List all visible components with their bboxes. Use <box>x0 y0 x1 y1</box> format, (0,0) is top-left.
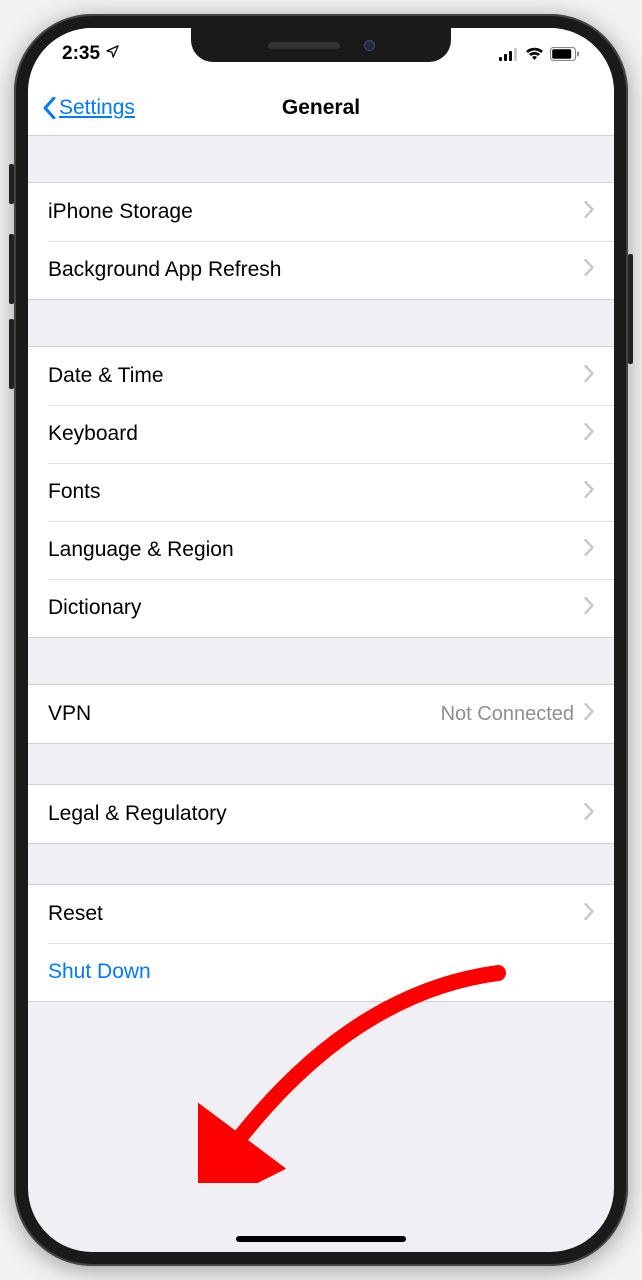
chevron-right-icon <box>584 364 594 388</box>
volume-up-button <box>9 234 14 304</box>
back-button[interactable]: Settings <box>42 96 135 120</box>
device-frame: 2:35 Settings <box>14 14 628 1266</box>
row-legal-regulatory[interactable]: Legal & Regulatory <box>28 785 614 843</box>
row-detail: Not Connected <box>441 703 574 726</box>
row-label: Shut Down <box>48 960 594 984</box>
status-time-group: 2:35 <box>62 43 120 65</box>
row-label: Date & Time <box>48 364 584 388</box>
row-iphone-storage[interactable]: iPhone Storage <box>28 183 614 241</box>
row-reset[interactable]: Reset <box>28 885 614 943</box>
row-dictionary[interactable]: Dictionary <box>28 579 614 637</box>
page-title: General <box>282 96 360 120</box>
row-label: Fonts <box>48 480 584 504</box>
row-label: VPN <box>48 702 441 726</box>
chevron-right-icon <box>584 200 594 224</box>
group-input: Date & Time Keyboard Fonts Language & Re… <box>28 346 614 638</box>
row-label: Dictionary <box>48 596 584 620</box>
row-label: Language & Region <box>48 538 584 562</box>
screen: 2:35 Settings <box>28 28 614 1252</box>
back-label: Settings <box>59 96 135 120</box>
group-vpn: VPN Not Connected <box>28 684 614 744</box>
chevron-right-icon <box>584 902 594 926</box>
power-button <box>628 254 633 364</box>
notch <box>191 28 451 62</box>
chevron-right-icon <box>584 422 594 446</box>
row-date-time[interactable]: Date & Time <box>28 347 614 405</box>
row-label: Background App Refresh <box>48 258 584 282</box>
chevron-right-icon <box>584 480 594 504</box>
row-fonts[interactable]: Fonts <box>28 463 614 521</box>
volume-down-button <box>9 319 14 389</box>
row-shut-down[interactable]: Shut Down <box>28 943 614 1001</box>
nav-bar: Settings General <box>28 80 614 136</box>
row-background-app-refresh[interactable]: Background App Refresh <box>28 241 614 299</box>
status-time: 2:35 <box>62 43 100 64</box>
chevron-right-icon <box>584 596 594 620</box>
row-vpn[interactable]: VPN Not Connected <box>28 685 614 743</box>
row-label: Keyboard <box>48 422 584 446</box>
chevron-right-icon <box>584 258 594 282</box>
chevron-right-icon <box>584 702 594 726</box>
battery-icon <box>550 47 580 61</box>
row-label: Reset <box>48 902 584 926</box>
location-arrow-icon <box>105 44 120 59</box>
mute-switch <box>9 164 14 204</box>
group-reset: Reset Shut Down <box>28 884 614 1002</box>
group-storage: iPhone Storage Background App Refresh <box>28 182 614 300</box>
status-right <box>499 47 580 61</box>
chevron-left-icon <box>42 97 57 119</box>
row-language-region[interactable]: Language & Region <box>28 521 614 579</box>
wifi-icon <box>525 47 544 61</box>
chevron-right-icon <box>584 802 594 826</box>
cellular-signal-icon <box>499 48 519 61</box>
row-label: Legal & Regulatory <box>48 802 584 826</box>
group-legal: Legal & Regulatory <box>28 784 614 844</box>
home-indicator <box>236 1236 406 1242</box>
row-label: iPhone Storage <box>48 200 584 224</box>
settings-list[interactable]: iPhone Storage Background App Refresh Da… <box>28 136 614 1048</box>
row-keyboard[interactable]: Keyboard <box>28 405 614 463</box>
chevron-right-icon <box>584 538 594 562</box>
